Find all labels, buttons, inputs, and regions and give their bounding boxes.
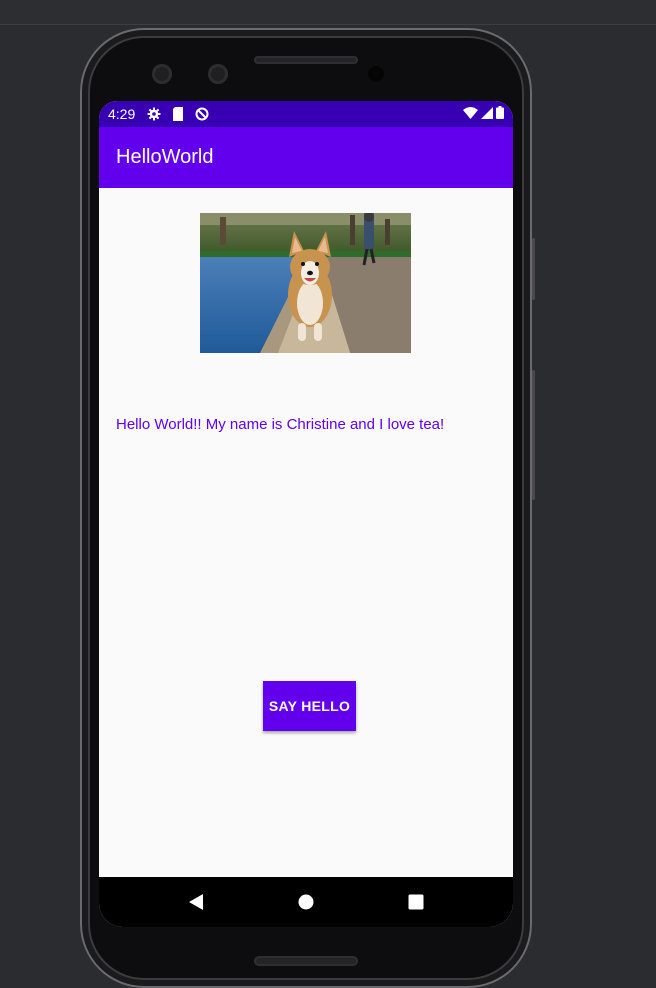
gear-icon xyxy=(147,107,161,121)
status-bar: 4:29 xyxy=(99,101,513,127)
proximity-sensor xyxy=(368,66,384,82)
back-icon[interactable] xyxy=(176,882,216,922)
say-hello-button[interactable]: SAY HELLO xyxy=(263,681,356,731)
hello-message: Hello World!! My name is Christine and I… xyxy=(116,416,445,433)
power-button[interactable] xyxy=(532,238,535,300)
home-icon[interactable] xyxy=(286,882,326,922)
emulator-toolbar xyxy=(0,0,656,25)
app-bar: HelloWorld xyxy=(99,127,513,188)
front-camera-secondary xyxy=(208,64,228,84)
sd-card-icon xyxy=(171,107,185,121)
wifi-icon xyxy=(463,106,478,122)
app-title: HelloWorld xyxy=(116,146,214,168)
battery-icon xyxy=(496,106,504,122)
recents-icon[interactable] xyxy=(396,882,436,922)
device-screen: 4:29 HelloWorld Hello World!! My name is… xyxy=(99,101,513,927)
main-content: Hello World!! My name is Christine and I… xyxy=(99,188,513,877)
top-speaker xyxy=(254,56,358,64)
cell-signal-icon xyxy=(481,106,493,122)
navigation-bar xyxy=(99,877,513,927)
corgi-photo xyxy=(200,213,411,353)
data-saver-icon xyxy=(195,107,209,121)
front-camera xyxy=(152,64,172,84)
status-time: 4:29 xyxy=(108,106,136,122)
volume-button[interactable] xyxy=(532,370,535,500)
bottom-speaker xyxy=(254,956,358,966)
